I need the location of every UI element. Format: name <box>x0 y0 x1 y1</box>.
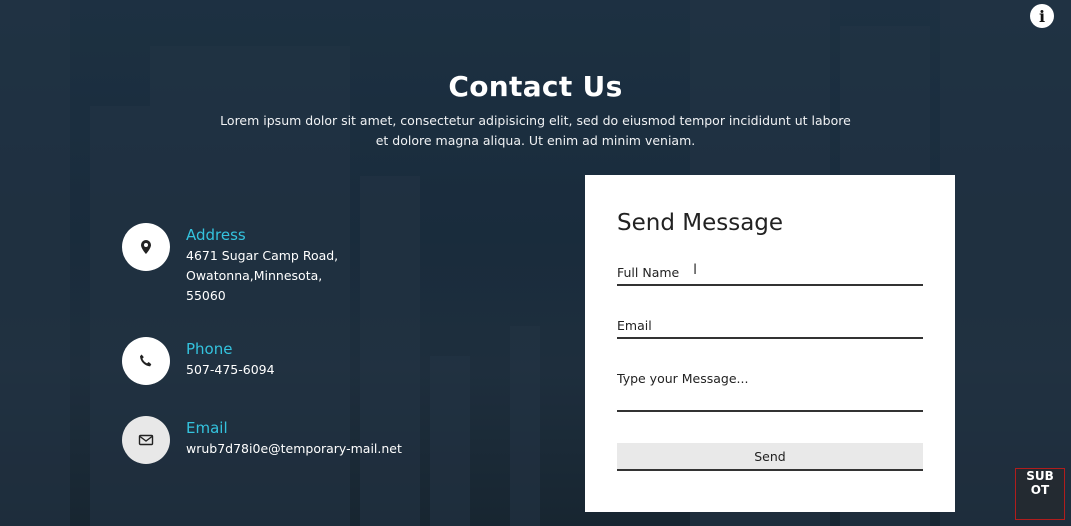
message-textarea[interactable] <box>617 371 923 412</box>
channel-logo: SUB OT <box>1015 468 1065 520</box>
contact-address: Address 4671 Sugar Camp Road, Owatonna,M… <box>122 223 356 306</box>
send-button[interactable]: Send <box>617 443 923 471</box>
page-header: Contact Us Lorem ipsum dolor sit amet, c… <box>0 70 1071 151</box>
contact-phone: Phone 507-475-6094 <box>122 337 356 385</box>
send-message-card: Send Message I Send <box>585 175 955 512</box>
email-label: Email <box>186 419 228 437</box>
map-pin-icon <box>122 223 170 271</box>
phone-icon <box>122 337 170 385</box>
envelope-icon <box>122 416 170 464</box>
email-input[interactable] <box>617 318 923 339</box>
text-cursor-icon: I <box>693 262 698 278</box>
form-title: Send Message <box>617 210 784 236</box>
full-name-input[interactable] <box>617 265 923 286</box>
page-title: Contact Us <box>448 70 623 103</box>
contact-email: Email wrub7d78i0e@temporary-mail.net <box>122 416 426 464</box>
page-subtitle: Lorem ipsum dolor sit amet, consectetur … <box>220 113 851 148</box>
phone-value: 507-475-6094 <box>186 362 275 377</box>
address-label: Address <box>186 226 246 244</box>
phone-label: Phone <box>186 340 233 358</box>
info-icon[interactable]: i <box>1030 4 1054 28</box>
address-value: 4671 Sugar Camp Road, Owatonna,Minnesota… <box>186 248 339 303</box>
email-value: wrub7d78i0e@temporary-mail.net <box>186 441 402 456</box>
